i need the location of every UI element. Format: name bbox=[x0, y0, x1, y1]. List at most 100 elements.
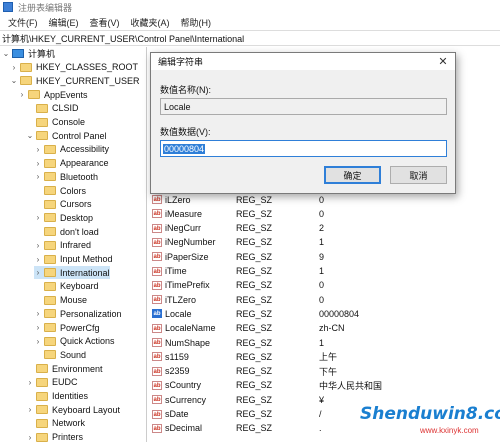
value-type: REG_SZ bbox=[236, 308, 273, 319]
tree-item[interactable]: › Accessibility bbox=[34, 143, 109, 156]
cancel-button[interactable]: 取消 bbox=[390, 166, 447, 184]
value-row[interactable]: ab iMeasure REG_SZ 0 bbox=[148, 207, 500, 220]
value-type: REG_SZ bbox=[236, 251, 273, 262]
chevron-icon[interactable]: › bbox=[34, 159, 42, 168]
chevron-icon[interactable]: › bbox=[26, 405, 34, 414]
tree-item[interactable]: don't load bbox=[34, 225, 99, 238]
value-row[interactable]: ab iLZero REG_SZ 0 bbox=[148, 193, 500, 206]
string-value-icon: ab bbox=[152, 195, 162, 204]
chevron-icon[interactable]: › bbox=[34, 145, 42, 154]
tree-item[interactable]: Network bbox=[26, 417, 85, 430]
tree-item-label: Mouse bbox=[60, 295, 88, 306]
folder-icon bbox=[36, 377, 48, 387]
value-row[interactable]: ab iTLZero REG_SZ 0 bbox=[148, 293, 500, 306]
chevron-icon[interactable]: › bbox=[18, 90, 26, 99]
menu-help[interactable]: 帮助(H) bbox=[181, 16, 212, 29]
tree-item[interactable]: › HKEY_CLASSES_ROOT bbox=[10, 61, 138, 74]
chevron-icon[interactable]: ⌄ bbox=[10, 76, 18, 85]
folder-icon bbox=[44, 295, 56, 305]
tree-item-label: Infrared bbox=[60, 240, 92, 251]
tree-item[interactable]: CLSID bbox=[26, 102, 79, 115]
folder-icon bbox=[20, 62, 32, 72]
folder-icon bbox=[44, 268, 56, 278]
tree-item[interactable]: › Personalization bbox=[34, 307, 122, 320]
tree-item[interactable]: › Keyboard Layout bbox=[26, 403, 120, 416]
value-row[interactable]: ab s2359 REG_SZ 下午 bbox=[148, 365, 500, 378]
value-row[interactable]: ab iPaperSize REG_SZ 9 bbox=[148, 250, 500, 263]
value-row[interactable]: ab NumShape REG_SZ 1 bbox=[148, 336, 500, 349]
tree-item[interactable]: Environment bbox=[26, 362, 103, 375]
tree-item[interactable]: › Infrared bbox=[34, 239, 91, 252]
chevron-icon[interactable]: › bbox=[26, 378, 34, 387]
menu-file[interactable]: 文件(F) bbox=[8, 16, 38, 29]
value-data: 0 bbox=[319, 280, 325, 291]
value-type: REG_SZ bbox=[236, 223, 273, 234]
close-icon[interactable]: ✕ bbox=[437, 55, 449, 68]
chevron-icon[interactable]: › bbox=[34, 337, 42, 346]
value-row[interactable]: ab iNegCurr REG_SZ 2 bbox=[148, 222, 500, 235]
tree-item[interactable]: Keyboard bbox=[34, 280, 99, 293]
tree-item[interactable]: › International bbox=[34, 266, 110, 280]
value-row[interactable]: ab sCountry REG_SZ 中华人民共和国 bbox=[148, 379, 500, 392]
value-name-field: Locale bbox=[160, 98, 447, 115]
folder-icon bbox=[44, 227, 56, 237]
menu-favorites[interactable]: 收藏夹(A) bbox=[131, 16, 170, 29]
chevron-icon[interactable]: › bbox=[34, 213, 42, 222]
chevron-icon[interactable]: ⌄ bbox=[2, 49, 10, 58]
tree-item[interactable]: › Input Method bbox=[34, 253, 113, 266]
tree-item[interactable]: Identities bbox=[26, 390, 88, 403]
tree-item[interactable]: › Printers bbox=[26, 431, 83, 442]
tree-item[interactable]: › Desktop bbox=[34, 211, 93, 224]
watermark-main: Shenduwin8.com bbox=[360, 404, 500, 424]
chevron-icon[interactable]: › bbox=[34, 323, 42, 332]
chevron-icon[interactable]: › bbox=[34, 255, 42, 264]
tree-item[interactable]: Sound bbox=[34, 348, 86, 361]
tree-item-label: Identities bbox=[52, 391, 89, 401]
tree-item-label: HKEY_CLASSES_ROOT bbox=[36, 62, 139, 73]
tree-item[interactable]: › Appearance bbox=[34, 157, 109, 170]
tree-item-label: Sound bbox=[60, 349, 87, 360]
chevron-icon[interactable]: › bbox=[34, 172, 42, 181]
value-row[interactable]: ab s1159 REG_SZ 上午 bbox=[148, 350, 500, 363]
tree-item[interactable]: Console bbox=[26, 116, 85, 129]
value-data-input[interactable]: 00000804 bbox=[160, 140, 447, 157]
tree-item[interactable]: Cursors bbox=[34, 198, 92, 211]
tree-item-label: Network bbox=[52, 418, 86, 429]
ok-button[interactable]: 确定 bbox=[324, 166, 381, 184]
tree-item[interactable]: Mouse bbox=[34, 294, 87, 307]
tree-item[interactable]: Colors bbox=[34, 184, 86, 197]
value-row[interactable]: ab LocaleName REG_SZ zh-CN bbox=[148, 322, 500, 335]
value-name: s2359 bbox=[165, 366, 190, 377]
chevron-icon[interactable]: › bbox=[34, 309, 42, 318]
address-bar[interactable]: 计算机\HKEY_CURRENT_USER\Control Panel\Inte… bbox=[0, 30, 500, 46]
value-row[interactable]: ab iTime REG_SZ 1 bbox=[148, 265, 500, 278]
chevron-icon[interactable]: › bbox=[26, 433, 34, 442]
tree-item[interactable]: › EUDC bbox=[26, 376, 78, 389]
menu-view[interactable]: 查看(V) bbox=[90, 16, 120, 29]
value-name: Locale bbox=[165, 308, 192, 319]
value-row[interactable]: ab iTimePrefix REG_SZ 0 bbox=[148, 279, 500, 292]
tree-item[interactable]: ⌄ Control Panel bbox=[26, 129, 107, 142]
string-value-icon: ab bbox=[152, 209, 162, 219]
string-value-icon: ab bbox=[152, 395, 162, 405]
tree-item[interactable]: ⌄ 计算机 bbox=[2, 47, 55, 60]
value-type: REG_SZ bbox=[236, 409, 273, 419]
tree-item[interactable]: ⌄ HKEY_CURRENT_USER bbox=[10, 74, 140, 87]
tree-item[interactable]: › PowerCfg bbox=[34, 321, 100, 334]
value-row[interactable]: ab iNegNumber REG_SZ 1 bbox=[148, 236, 500, 249]
tree-item-label: Keyboard bbox=[60, 281, 99, 292]
chevron-icon[interactable]: › bbox=[10, 63, 18, 72]
folder-icon bbox=[44, 144, 56, 154]
string-value-icon: ab bbox=[152, 423, 162, 433]
folder-icon bbox=[44, 158, 56, 168]
value-row[interactable]: ab Locale REG_SZ 00000804 bbox=[148, 307, 500, 320]
value-data-label: 数值数据(V): bbox=[160, 127, 211, 137]
chevron-icon[interactable]: › bbox=[34, 268, 42, 277]
tree-item[interactable]: › Bluetooth bbox=[34, 170, 98, 183]
value-type: REG_SZ bbox=[236, 194, 273, 205]
chevron-icon[interactable]: › bbox=[34, 241, 42, 250]
menu-edit[interactable]: 编辑(E) bbox=[49, 16, 79, 29]
chevron-icon[interactable]: ⌄ bbox=[26, 131, 34, 140]
tree-item[interactable]: › Quick Actions bbox=[34, 335, 115, 348]
tree-item[interactable]: › AppEvents bbox=[18, 88, 88, 101]
